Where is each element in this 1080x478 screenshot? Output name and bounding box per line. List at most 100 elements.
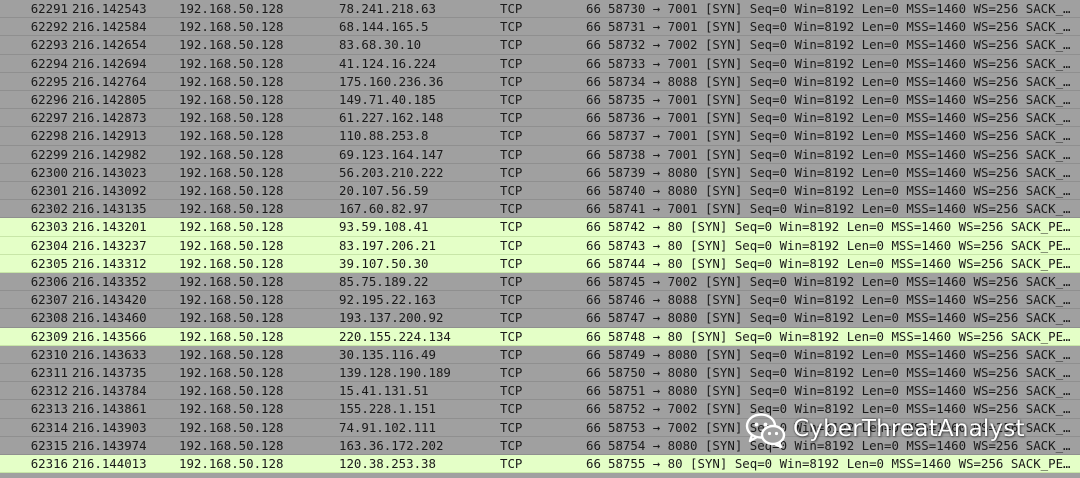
packet-row[interactable]: 62307 216.143420 192.168.50.128 92.195.22.1… bbox=[0, 291, 1080, 310]
packet-row[interactable]: 62303 216.143201 192.168.50.128 93.59.108.4… bbox=[0, 218, 1080, 237]
packet-destination: 163.36.172.202 bbox=[339, 437, 444, 453]
packet-source: 192.168.50.128 bbox=[179, 365, 284, 380]
packet-source: 192.168.50.128 bbox=[179, 437, 284, 453]
packet-number: 62310 bbox=[30, 346, 68, 362]
packet-row[interactable]: 62302 216.143135 192.168.50.128 167.60.82.9… bbox=[0, 200, 1080, 219]
packet-row[interactable]: 62313 216.143861 192.168.50.128 155.228.1.1… bbox=[0, 400, 1080, 419]
packet-protocol: TCP bbox=[500, 92, 523, 107]
packet-time: 216.143135 bbox=[72, 201, 147, 217]
packet-source: 192.168.50.128 bbox=[179, 55, 284, 71]
packet-protocol: TCP bbox=[500, 55, 523, 71]
packet-destination: 61.227.162.148 bbox=[339, 110, 444, 126]
packet-destination: 167.60.82.97 bbox=[339, 201, 429, 217]
packet-protocol: TCP bbox=[500, 128, 523, 144]
packet-row[interactable]: 62294 216.142694 192.168.50.128 41.124.16.2… bbox=[0, 54, 1080, 73]
packet-protocol: TCP bbox=[500, 19, 523, 35]
packet-row[interactable]: 62299 216.142982 192.168.50.128 69.123.164.… bbox=[0, 145, 1080, 164]
packet-time: 216.142764 bbox=[72, 73, 147, 89]
packet-info: 58751 → 8080 [SYN] Seq=0 Win=8192 Len=0 … bbox=[608, 383, 1071, 399]
packet-time: 216.143460 bbox=[72, 310, 147, 326]
packet-protocol: TCP bbox=[500, 310, 523, 326]
packet-info: 58730 → 7001 [SYN] Seq=0 Win=8192 Len=0 … bbox=[608, 1, 1071, 16]
packet-time: 216.142654 bbox=[72, 37, 147, 53]
packet-number: 62305 bbox=[30, 255, 68, 271]
packet-info: 58740 → 8080 [SYN] Seq=0 Win=8192 Len=0 … bbox=[608, 183, 1071, 198]
packet-source: 192.168.50.128 bbox=[179, 183, 284, 198]
packet-source: 192.168.50.128 bbox=[179, 419, 284, 435]
packet-row[interactable]: 62312 216.143784 192.168.50.128 15.41.131.5… bbox=[0, 382, 1080, 401]
packet-source: 192.168.50.128 bbox=[179, 346, 284, 362]
packet-row[interactable]: 62297 216.142873 192.168.50.128 61.227.162.… bbox=[0, 109, 1080, 128]
packet-number: 62307 bbox=[30, 292, 68, 308]
packet-number: 62293 bbox=[30, 37, 68, 53]
packet-destination: 110.88.253.8 bbox=[339, 128, 429, 144]
packet-time: 216.143903 bbox=[72, 419, 147, 435]
packet-row[interactable]: 62295 216.142764 192.168.50.128 175.160.236… bbox=[0, 72, 1080, 91]
packet-info: 58741 → 7001 [SYN] Seq=0 Win=8192 Len=0 … bbox=[608, 201, 1071, 217]
packet-row[interactable]: 62293 216.142654 192.168.50.128 83.68.30.10… bbox=[0, 36, 1080, 55]
packet-row[interactable]: 62296 216.142805 192.168.50.128 149.71.40.1… bbox=[0, 91, 1080, 110]
packet-destination: 56.203.210.222 bbox=[339, 164, 444, 180]
packet-row[interactable]: 62308 216.143460 192.168.50.128 193.137.200… bbox=[0, 309, 1080, 328]
packet-number: 62298 bbox=[30, 128, 68, 144]
packet-row[interactable]: 62292 216.142584 192.168.50.128 68.144.165.… bbox=[0, 18, 1080, 37]
packet-protocol: TCP bbox=[500, 1, 523, 16]
packet-time: 216.142913 bbox=[72, 128, 147, 144]
packet-time: 216.142584 bbox=[72, 19, 147, 35]
packet-info: 58747 → 8080 [SYN] Seq=0 Win=8192 Len=0 … bbox=[608, 310, 1071, 326]
packet-protocol: TCP bbox=[500, 110, 523, 126]
packet-destination: 68.144.165.5 bbox=[339, 19, 429, 35]
packet-info: 58737 → 7001 [SYN] Seq=0 Win=8192 Len=0 … bbox=[608, 128, 1071, 144]
packet-destination: 93.59.108.41 bbox=[339, 219, 429, 235]
packet-info: 58746 → 8088 [SYN] Seq=0 Win=8192 Len=0 … bbox=[608, 292, 1071, 308]
packet-source: 192.168.50.128 bbox=[179, 255, 284, 271]
packet-row[interactable]: 62316 216.144013 192.168.50.128 120.38.253.… bbox=[0, 455, 1080, 474]
packet-number: 62299 bbox=[30, 146, 68, 162]
packet-number: 62295 bbox=[30, 73, 68, 89]
packet-time: 216.143092 bbox=[72, 183, 147, 198]
packet-source: 192.168.50.128 bbox=[179, 37, 284, 53]
packet-row[interactable]: 62305 216.143312 192.168.50.128 39.107.50.3… bbox=[0, 254, 1080, 273]
packet-number: 62311 bbox=[30, 365, 68, 380]
packet-destination: 78.241.218.63 bbox=[339, 1, 436, 16]
packet-destination: 30.135.116.49 bbox=[339, 346, 436, 362]
packet-info: 58755 → 80 [SYN] Seq=0 Win=8192 Len=0 MS… bbox=[608, 456, 1071, 471]
packet-row[interactable]: 62291 216.142543 192.168.50.128 78.241.218.… bbox=[0, 0, 1080, 19]
packet-row[interactable]: 62300 216.143023 192.168.50.128 56.203.210.… bbox=[0, 163, 1080, 182]
packet-destination: 155.228.1.151 bbox=[339, 401, 436, 417]
packet-protocol: TCP bbox=[500, 365, 523, 380]
packet-time: 216.143352 bbox=[72, 274, 147, 289]
packet-number: 62316 bbox=[30, 456, 68, 471]
packet-row[interactable]: 62314 216.143903 192.168.50.128 74.91.102.1… bbox=[0, 418, 1080, 437]
packet-source: 192.168.50.128 bbox=[179, 219, 284, 235]
packet-protocol: TCP bbox=[500, 274, 523, 289]
packet-time: 216.142873 bbox=[72, 110, 147, 126]
packet-source: 192.168.50.128 bbox=[179, 110, 284, 126]
packet-list[interactable]: 62291 216.142543 192.168.50.128 78.241.218.… bbox=[0, 0, 1080, 478]
packet-source: 192.168.50.128 bbox=[179, 456, 284, 471]
packet-time: 216.143974 bbox=[72, 437, 147, 453]
packet-time: 216.143420 bbox=[72, 292, 147, 308]
packet-info: 58732 → 7002 [SYN] Seq=0 Win=8192 Len=0 … bbox=[608, 37, 1071, 53]
packet-number: 62306 bbox=[30, 274, 68, 289]
packet-info: 58752 → 7002 [SYN] Seq=0 Win=8192 Len=0 … bbox=[608, 401, 1071, 417]
packet-info: 58738 → 7001 [SYN] Seq=0 Win=8192 Len=0 … bbox=[608, 146, 1071, 162]
packet-row[interactable]: 62310 216.143633 192.168.50.128 30.135.116.… bbox=[0, 345, 1080, 364]
packet-row[interactable]: 62301 216.143092 192.168.50.128 20.107.56.5… bbox=[0, 182, 1080, 201]
packet-source: 192.168.50.128 bbox=[179, 128, 284, 144]
packet-row[interactable]: 62315 216.143974 192.168.50.128 163.36.172.… bbox=[0, 436, 1080, 455]
packet-number: 62291 bbox=[30, 1, 68, 16]
packet-destination: 139.128.190.189 bbox=[339, 365, 451, 380]
packet-row[interactable]: 62306 216.143352 192.168.50.128 85.75.189.2… bbox=[0, 273, 1080, 292]
packet-row[interactable]: 62304 216.143237 192.168.50.128 83.197.206.… bbox=[0, 236, 1080, 255]
packet-row[interactable]: 62298 216.142913 192.168.50.128 110.88.253.… bbox=[0, 127, 1080, 146]
packet-destination: 83.197.206.21 bbox=[339, 237, 436, 253]
packet-row[interactable]: 62311 216.143735 192.168.50.128 139.128.190… bbox=[0, 364, 1080, 383]
packet-destination: 175.160.236.36 bbox=[339, 73, 444, 89]
packet-source: 192.168.50.128 bbox=[179, 19, 284, 35]
packet-time: 216.143784 bbox=[72, 383, 147, 399]
packet-protocol: TCP bbox=[500, 237, 523, 253]
packet-row[interactable]: 62309 216.143566 192.168.50.128 220.155.224… bbox=[0, 327, 1080, 346]
packet-time: 216.143861 bbox=[72, 401, 147, 417]
packet-info: 58753 → 7002 [SYN] Seq=0 Win=8192 Len=0 … bbox=[608, 419, 1071, 435]
